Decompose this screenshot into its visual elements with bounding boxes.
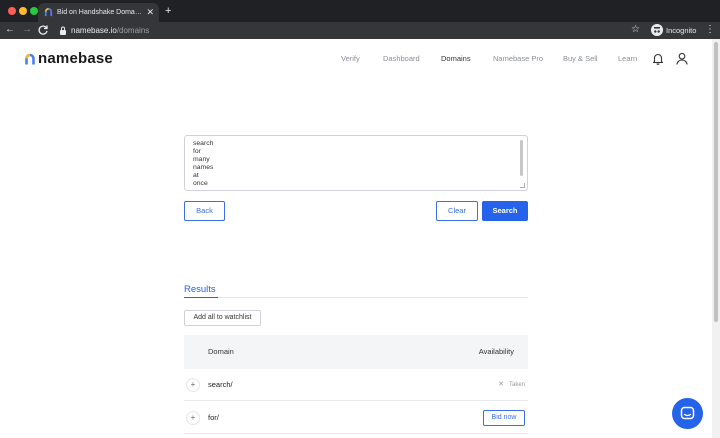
- column-header-domain: Domain: [208, 347, 234, 356]
- search-line: at: [193, 172, 199, 180]
- namebase-favicon-icon: [44, 8, 53, 17]
- bell-icon[interactable]: [652, 52, 664, 65]
- back-arrow-icon[interactable]: ←: [4, 24, 16, 36]
- availability-status: Taken: [508, 382, 525, 388]
- results-divider: [184, 297, 528, 298]
- incognito-icon[interactable]: [651, 24, 663, 36]
- clear-button[interactable]: Clear: [436, 201, 478, 221]
- lock-icon[interactable]: [59, 26, 67, 35]
- textarea-scrollbar[interactable]: [520, 140, 523, 176]
- reload-icon[interactable]: [37, 24, 49, 36]
- logo-wordmark[interactable]: namebase: [38, 50, 113, 68]
- browser-tab-bar: Bid on Handshake Domains | N ✕ +: [0, 0, 720, 22]
- domain-search-textarea[interactable]: search for many names at once: [184, 135, 528, 191]
- nav-verify[interactable]: Verify: [341, 54, 360, 64]
- results-table-header: Domain Availability: [184, 335, 528, 369]
- search-line: names: [193, 164, 214, 172]
- add-all-to-watchlist-button[interactable]: Add all to watchlist: [184, 310, 261, 326]
- domain-name[interactable]: for/: [208, 413, 219, 423]
- namebase-logo-icon[interactable]: [24, 53, 36, 65]
- url-path: /domains: [116, 26, 150, 35]
- browser-menu-icon[interactable]: ⋮: [705, 24, 715, 36]
- search-line: search: [193, 140, 214, 147]
- textarea-resize-handle[interactable]: [520, 183, 525, 188]
- incognito-label: Incognito: [666, 26, 697, 35]
- browser-toolbar: ← → namebase.io/domains ☆ Incognito ⋮: [0, 22, 720, 39]
- new-tab-button[interactable]: +: [165, 5, 171, 17]
- tab-title: Bid on Handshake Domains | N: [57, 9, 143, 16]
- add-to-watchlist-plus-icon[interactable]: +: [186, 411, 200, 425]
- url-host: namebase.io: [71, 26, 117, 35]
- back-button[interactable]: Back: [184, 201, 225, 221]
- chat-icon: [680, 406, 695, 420]
- nav-dashboard[interactable]: Dashboard: [383, 54, 420, 64]
- browser-tab[interactable]: Bid on Handshake Domains | N ✕: [38, 3, 159, 22]
- chat-launcher-button[interactable]: [672, 398, 703, 429]
- results-tab[interactable]: Results: [184, 284, 216, 296]
- search-line: many: [193, 156, 210, 164]
- bid-now-button[interactable]: Bid now: [483, 410, 525, 426]
- bookmark-star-icon[interactable]: ☆: [631, 24, 640, 36]
- forward-arrow-icon[interactable]: →: [21, 24, 33, 36]
- user-icon[interactable]: [676, 52, 688, 65]
- table-row[interactable]: + search/ ✕ Taken: [184, 369, 528, 401]
- nav-learn[interactable]: Learn: [618, 54, 637, 64]
- tab-close-icon[interactable]: ✕: [146, 6, 154, 18]
- taken-x-icon: ✕: [498, 381, 504, 388]
- nav-namebase-pro[interactable]: Namebase Pro: [493, 54, 543, 64]
- search-button[interactable]: Search: [482, 201, 528, 221]
- add-to-watchlist-plus-icon[interactable]: +: [186, 378, 200, 392]
- search-line: for: [193, 148, 201, 156]
- search-line: once: [193, 180, 208, 188]
- domain-name[interactable]: search/: [208, 380, 233, 390]
- address-bar[interactable]: namebase.io/domains: [71, 25, 149, 36]
- search-textarea-content: search for many names at once: [193, 140, 213, 189]
- results-tab-underline: [184, 297, 218, 298]
- column-header-availability: Availability: [478, 347, 514, 356]
- window-maximize-button[interactable]: [30, 7, 38, 15]
- window-close-button[interactable]: [8, 7, 16, 15]
- table-row[interactable]: + for/ Bid now: [184, 402, 528, 434]
- window-minimize-button[interactable]: [19, 7, 27, 15]
- nav-domains[interactable]: Domains: [441, 54, 471, 64]
- nav-buy-sell[interactable]: Buy & Sell: [563, 54, 598, 64]
- page-scrollbar-thumb[interactable]: [714, 42, 718, 322]
